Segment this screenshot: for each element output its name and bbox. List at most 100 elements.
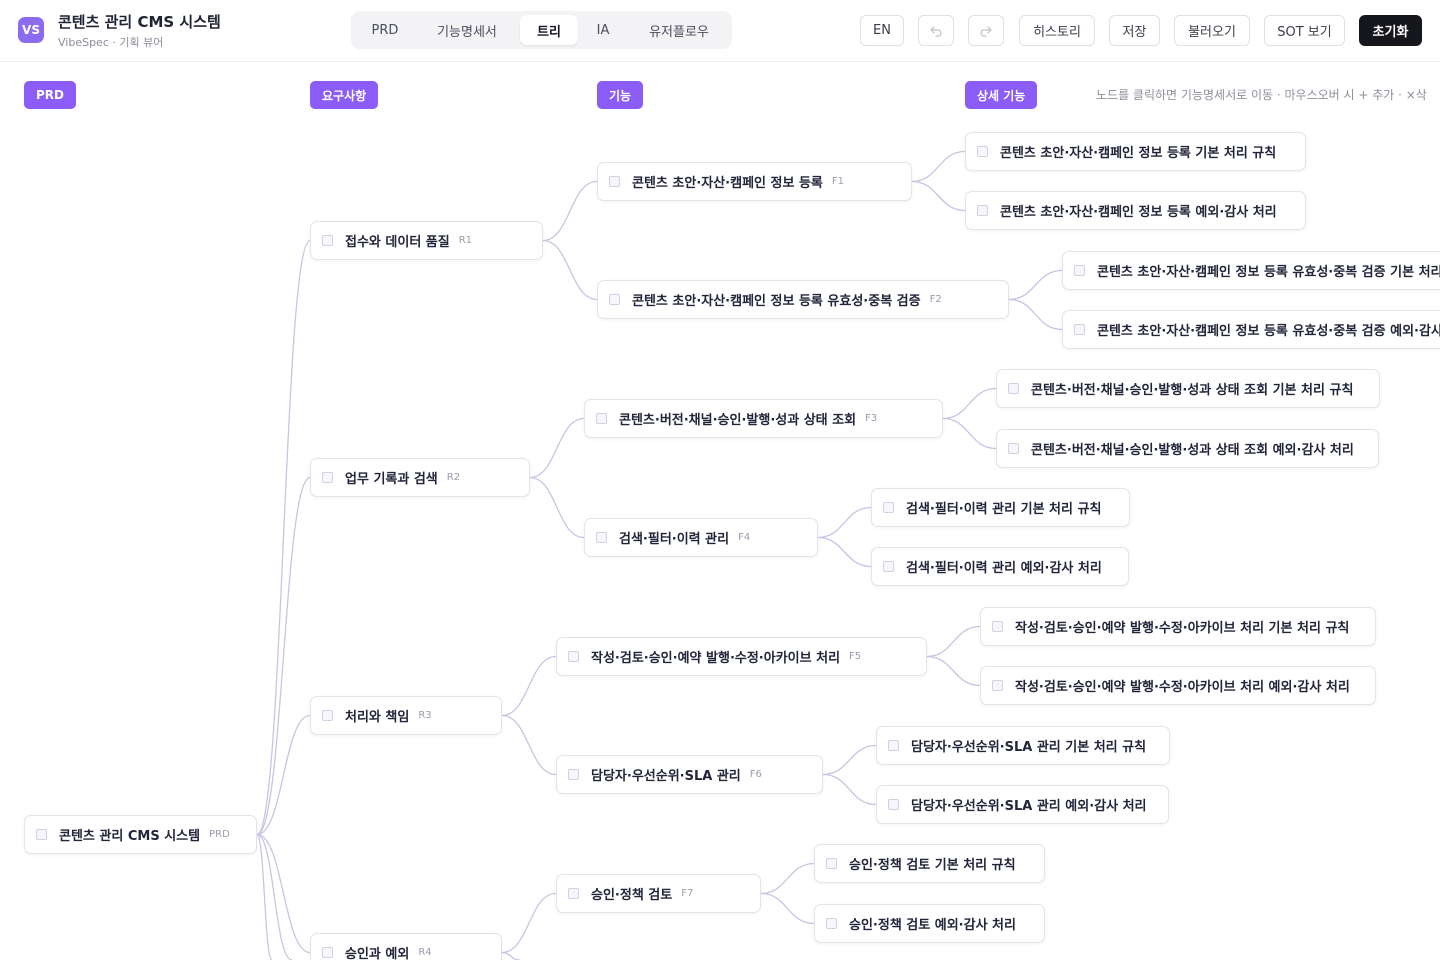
node-code: F5 xyxy=(849,651,862,662)
tree-node-detail[interactable]: 콘텐츠·버전·채널·승인·발행·성과 상태 조회 기본 처리 규칙 xyxy=(996,369,1380,408)
tree-edge xyxy=(1008,298,1063,331)
tree-node-detail[interactable]: 작성·검토·승인·예약 발행·수정·아카이브 처리 기본 처리 규칙 xyxy=(980,607,1376,646)
tree-node-feature[interactable]: 작성·검토·승인·예약 발행·수정·아카이브 처리 F5 xyxy=(556,637,927,676)
tree-edge xyxy=(822,744,877,776)
node-label: 검색·필터·이력 관리 기본 처리 규칙 xyxy=(906,502,1102,517)
node-checkbox[interactable] xyxy=(596,413,607,424)
node-label: 콘텐츠·버전·채널·승인·발행·성과 상태 조회 예외·감사 처리 xyxy=(1031,443,1354,458)
tree-edge xyxy=(926,625,981,658)
node-code: F7 xyxy=(681,888,694,899)
node-label: 검색·필터·이력 관리 예외·감사 처리 xyxy=(906,561,1102,576)
node-checkbox[interactable] xyxy=(609,176,620,187)
node-checkbox[interactable] xyxy=(568,651,579,662)
node-label: 콘텐츠 초안·자산·캠페인 정보 등록 유효성·중복 검증 xyxy=(632,294,921,309)
node-checkbox[interactable] xyxy=(1008,383,1019,394)
tree-edge xyxy=(501,892,557,954)
tree-edge xyxy=(529,417,585,479)
tree-node-detail[interactable]: 콘텐츠 초안·자산·캠페인 정보 등록 기본 처리 규칙 xyxy=(965,132,1306,171)
tree-node-feature[interactable]: 담당자·우선순위·SLA 관리 F6 xyxy=(556,755,823,794)
tree-node-requirement[interactable]: 승인과 예외 R4 xyxy=(310,933,502,960)
node-checkbox[interactable] xyxy=(826,858,837,869)
node-label: 검색·필터·이력 관리 xyxy=(619,532,730,547)
node-label: 작성·검토·승인·예약 발행·수정·아카이브 처리 기본 처리 규칙 xyxy=(1015,621,1350,636)
node-code: R2 xyxy=(446,472,461,483)
node-checkbox[interactable] xyxy=(36,829,47,840)
tree-edge xyxy=(911,150,966,183)
node-checkbox[interactable] xyxy=(992,621,1003,632)
tree-node-feature[interactable]: 검색·필터·이력 관리 F4 xyxy=(584,518,818,557)
tree-node-feature[interactable]: 콘텐츠 초안·자산·캠페인 정보 등록 F1 xyxy=(597,162,912,201)
tree-node-detail[interactable]: 콘텐츠 초안·자산·캠페인 정보 등록 유효성·중복 검증 예외·감사 xyxy=(1062,310,1440,349)
tree-edge xyxy=(760,862,815,895)
node-checkbox[interactable] xyxy=(888,740,899,751)
tree-edge xyxy=(542,180,598,242)
tree-node-detail[interactable]: 콘텐츠 초안·자산·캠페인 정보 등록 예외·감사 처리 xyxy=(965,191,1306,230)
node-label: 담당자·우선순위·SLA 관리 예외·감사 처리 xyxy=(911,799,1147,814)
node-checkbox[interactable] xyxy=(568,769,579,780)
tree-node-detail[interactable]: 검색·필터·이력 관리 기본 처리 규칙 xyxy=(871,488,1130,527)
node-checkbox[interactable] xyxy=(322,710,333,721)
node-code: R4 xyxy=(418,947,432,958)
tree-edge xyxy=(501,714,557,776)
node-code: PRD xyxy=(209,829,230,840)
tree-edge xyxy=(911,180,966,212)
tree-node-detail[interactable]: 콘텐츠 초안·자산·캠페인 정보 등록 유효성·중복 검증 기본 처리 xyxy=(1062,251,1440,290)
node-checkbox[interactable] xyxy=(883,502,894,513)
tree-node-requirement[interactable]: 접수와 데이터 품질 R1 xyxy=(310,221,543,260)
tree-edge xyxy=(926,655,981,687)
tree-node-requirement[interactable]: 업무 기록과 검색 R2 xyxy=(310,458,530,497)
node-label: 처리와 책임 xyxy=(345,710,410,725)
tree-edge xyxy=(822,773,877,806)
node-checkbox[interactable] xyxy=(568,888,579,899)
node-checkbox[interactable] xyxy=(1074,265,1085,276)
node-checkbox[interactable] xyxy=(1074,324,1085,335)
node-checkbox[interactable] xyxy=(883,561,894,572)
tree-node-feature[interactable]: 콘텐츠·버전·채널·승인·발행·성과 상태 조회 F3 xyxy=(584,399,943,438)
tree-edge xyxy=(760,892,815,925)
node-code: R3 xyxy=(418,710,432,721)
tree-node-feature[interactable]: 콘텐츠 초안·자산·캠페인 정보 등록 유효성·중복 검증 F2 xyxy=(597,280,1009,319)
node-checkbox[interactable] xyxy=(992,680,1003,691)
node-checkbox[interactable] xyxy=(1008,443,1019,454)
node-checkbox[interactable] xyxy=(322,947,333,958)
node-label: 담당자·우선순위·SLA 관리 기본 처리 규칙 xyxy=(911,740,1147,755)
tree-node-detail[interactable]: 작성·검토·승인·예약 발행·수정·아카이브 처리 예외·감사 처리 xyxy=(980,666,1376,705)
node-checkbox[interactable] xyxy=(322,472,333,483)
tree-edge xyxy=(256,833,293,960)
node-checkbox[interactable] xyxy=(322,235,333,246)
node-code: F2 xyxy=(929,294,942,305)
node-code: R1 xyxy=(458,235,473,246)
node-checkbox[interactable] xyxy=(888,799,899,810)
node-label: 승인과 예외 xyxy=(345,947,410,960)
tree-node-detail[interactable]: 담당자·우선순위·SLA 관리 기본 처리 규칙 xyxy=(876,726,1170,765)
tree-node-detail[interactable]: 콘텐츠·버전·채널·승인·발행·성과 상태 조회 예외·감사 처리 xyxy=(996,429,1379,468)
node-checkbox[interactable] xyxy=(596,532,607,543)
node-label: 콘텐츠 초안·자산·캠페인 정보 등록 유효성·중복 검증 기본 처리 xyxy=(1097,265,1440,280)
node-label: 콘텐츠·버전·채널·승인·발행·성과 상태 조회 기본 처리 규칙 xyxy=(1031,383,1354,398)
node-checkbox[interactable] xyxy=(977,146,988,157)
node-code: F1 xyxy=(831,176,845,187)
node-checkbox[interactable] xyxy=(826,918,837,929)
tree-node-feature[interactable]: 승인·정책 검토 F7 xyxy=(556,874,761,913)
node-label: 승인·정책 검토 기본 처리 규칙 xyxy=(849,858,1016,873)
tree-node-root[interactable]: 콘텐츠 관리 CMS 시스템 PRD xyxy=(24,815,257,854)
tree-node-detail[interactable]: 담당자·우선순위·SLA 관리 예외·감사 처리 xyxy=(876,785,1169,824)
tree-edge xyxy=(529,476,585,539)
node-label: 접수와 데이터 품질 xyxy=(345,235,450,250)
node-label: 콘텐츠 초안·자산·캠페인 정보 등록 예외·감사 처리 xyxy=(1000,205,1277,220)
node-label: 작성·검토·승인·예약 발행·수정·아카이브 처리 예외·감사 처리 xyxy=(1015,680,1350,695)
tree-edge xyxy=(942,387,997,420)
node-checkbox[interactable] xyxy=(609,294,620,305)
tree-node-detail[interactable]: 승인·정책 검토 예외·감사 처리 xyxy=(814,904,1045,943)
tree-node-requirement[interactable]: 처리와 책임 R3 xyxy=(310,696,502,735)
node-code: F4 xyxy=(738,532,751,543)
tree-edge xyxy=(256,714,311,836)
node-checkbox[interactable] xyxy=(977,205,988,216)
node-label: 콘텐츠 초안·자산·캠페인 정보 등록 유효성·중복 검증 예외·감사 xyxy=(1097,324,1440,339)
tree-node-detail[interactable]: 승인·정책 검토 기본 처리 규칙 xyxy=(814,844,1045,883)
tree-edge xyxy=(942,417,997,450)
node-label: 콘텐츠 초안·자산·캠페인 정보 등록 xyxy=(632,176,823,191)
tree-edge xyxy=(817,506,872,539)
node-label: 콘텐츠·버전·채널·승인·발행·성과 상태 조회 xyxy=(619,413,857,428)
tree-node-detail[interactable]: 검색·필터·이력 관리 예외·감사 처리 xyxy=(871,547,1129,586)
